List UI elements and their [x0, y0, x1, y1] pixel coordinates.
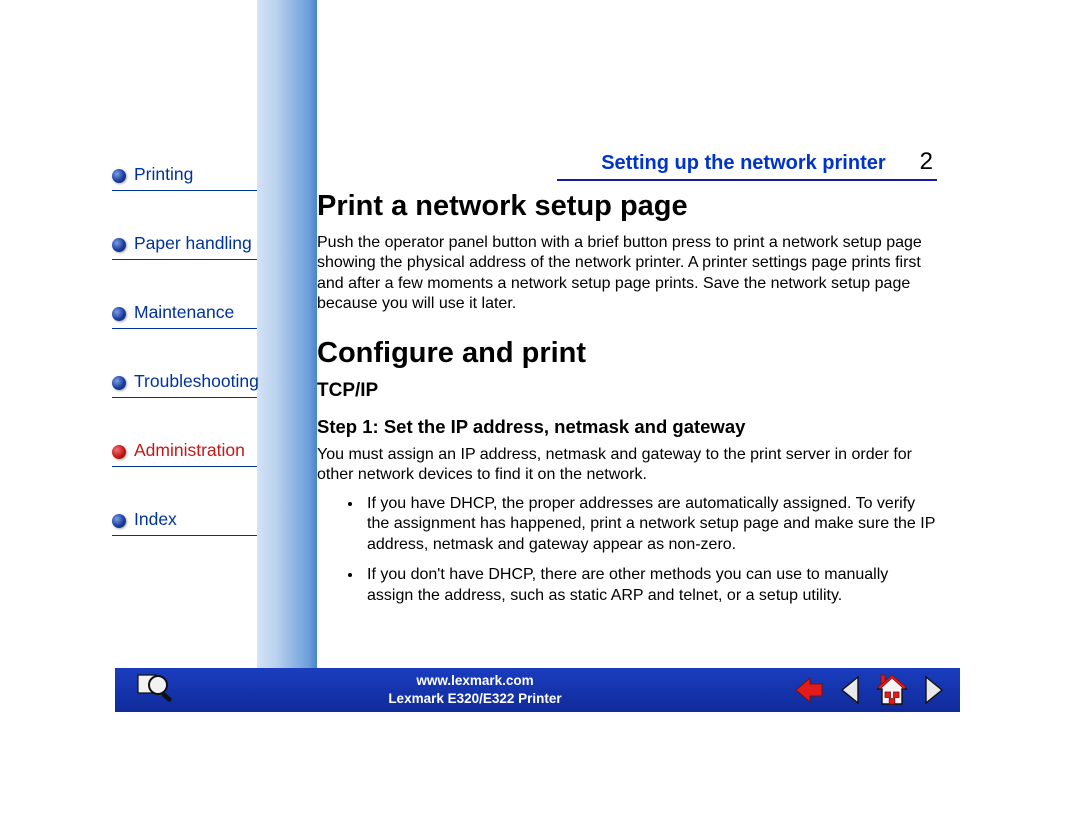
home-button[interactable]: [874, 673, 910, 707]
heading-print-network-setup: Print a network setup page: [317, 190, 937, 223]
instruction-list: If you have DHCP, the proper addresses a…: [363, 494, 937, 606]
sidebar-nav: Printing Paper handling Maintenance Trou…: [112, 164, 257, 578]
home-icon: [874, 673, 910, 707]
search-button[interactable]: [115, 668, 195, 712]
bullet-icon: [112, 514, 126, 528]
footer-url[interactable]: www.lexmark.com: [195, 672, 755, 690]
bullet-icon: [112, 169, 126, 183]
back-button[interactable]: [794, 676, 824, 704]
section-header: Setting up the network printer 2: [557, 148, 937, 181]
heading-configure-and-print: Configure and print: [317, 337, 937, 370]
paragraph-setup-page: Push the operator panel button with a br…: [317, 233, 937, 315]
nav-item-index[interactable]: Index: [112, 509, 257, 536]
footer-product: Lexmark E320/E322 Printer: [195, 690, 755, 708]
page-number: 2: [920, 148, 937, 176]
step-heading: Step 1: Set the IP address, netmask and …: [317, 416, 937, 438]
footer-bar: www.lexmark.com Lexmark E320/E322 Printe…: [115, 668, 960, 712]
nav-item-administration[interactable]: Administration: [112, 440, 257, 467]
section-name: Setting up the network printer: [601, 152, 885, 175]
next-page-button[interactable]: [924, 675, 946, 705]
nav-label: Administration: [134, 440, 245, 461]
nav-label: Index: [134, 509, 177, 530]
subheading-tcpip: TCP/IP: [317, 380, 937, 402]
paragraph-ip-assign: You must assign an IP address, netmask a…: [317, 445, 937, 486]
prev-page-button[interactable]: [838, 675, 860, 705]
nav-item-printing[interactable]: Printing: [112, 164, 257, 191]
nav-label: Paper handling: [134, 233, 252, 254]
arrow-left-red-icon: [794, 676, 824, 704]
nav-label: Printing: [134, 164, 193, 185]
footer-nav-icons: [755, 673, 960, 707]
nav-item-paper-handling[interactable]: Paper handling: [112, 233, 257, 260]
vertical-gradient-strip: [257, 0, 317, 710]
magnifier-icon: [134, 671, 176, 709]
bullet-icon: [112, 307, 126, 321]
footer-text: www.lexmark.com Lexmark E320/E322 Printe…: [195, 672, 755, 708]
bullet-icon: [112, 445, 126, 459]
nav-item-troubleshooting[interactable]: Troubleshooting: [112, 371, 257, 398]
triangle-right-icon: [924, 675, 946, 705]
bullet-icon: [112, 376, 126, 390]
triangle-left-icon: [838, 675, 860, 705]
main-content: Setting up the network printer 2 Print a…: [317, 150, 937, 616]
nav-label: Maintenance: [134, 302, 234, 323]
list-item: If you have DHCP, the proper addresses a…: [363, 494, 937, 555]
list-item: If you don't have DHCP, there are other …: [363, 565, 937, 606]
bullet-icon: [112, 238, 126, 252]
nav-label: Troubleshooting: [134, 371, 259, 392]
nav-item-maintenance[interactable]: Maintenance: [112, 302, 257, 329]
